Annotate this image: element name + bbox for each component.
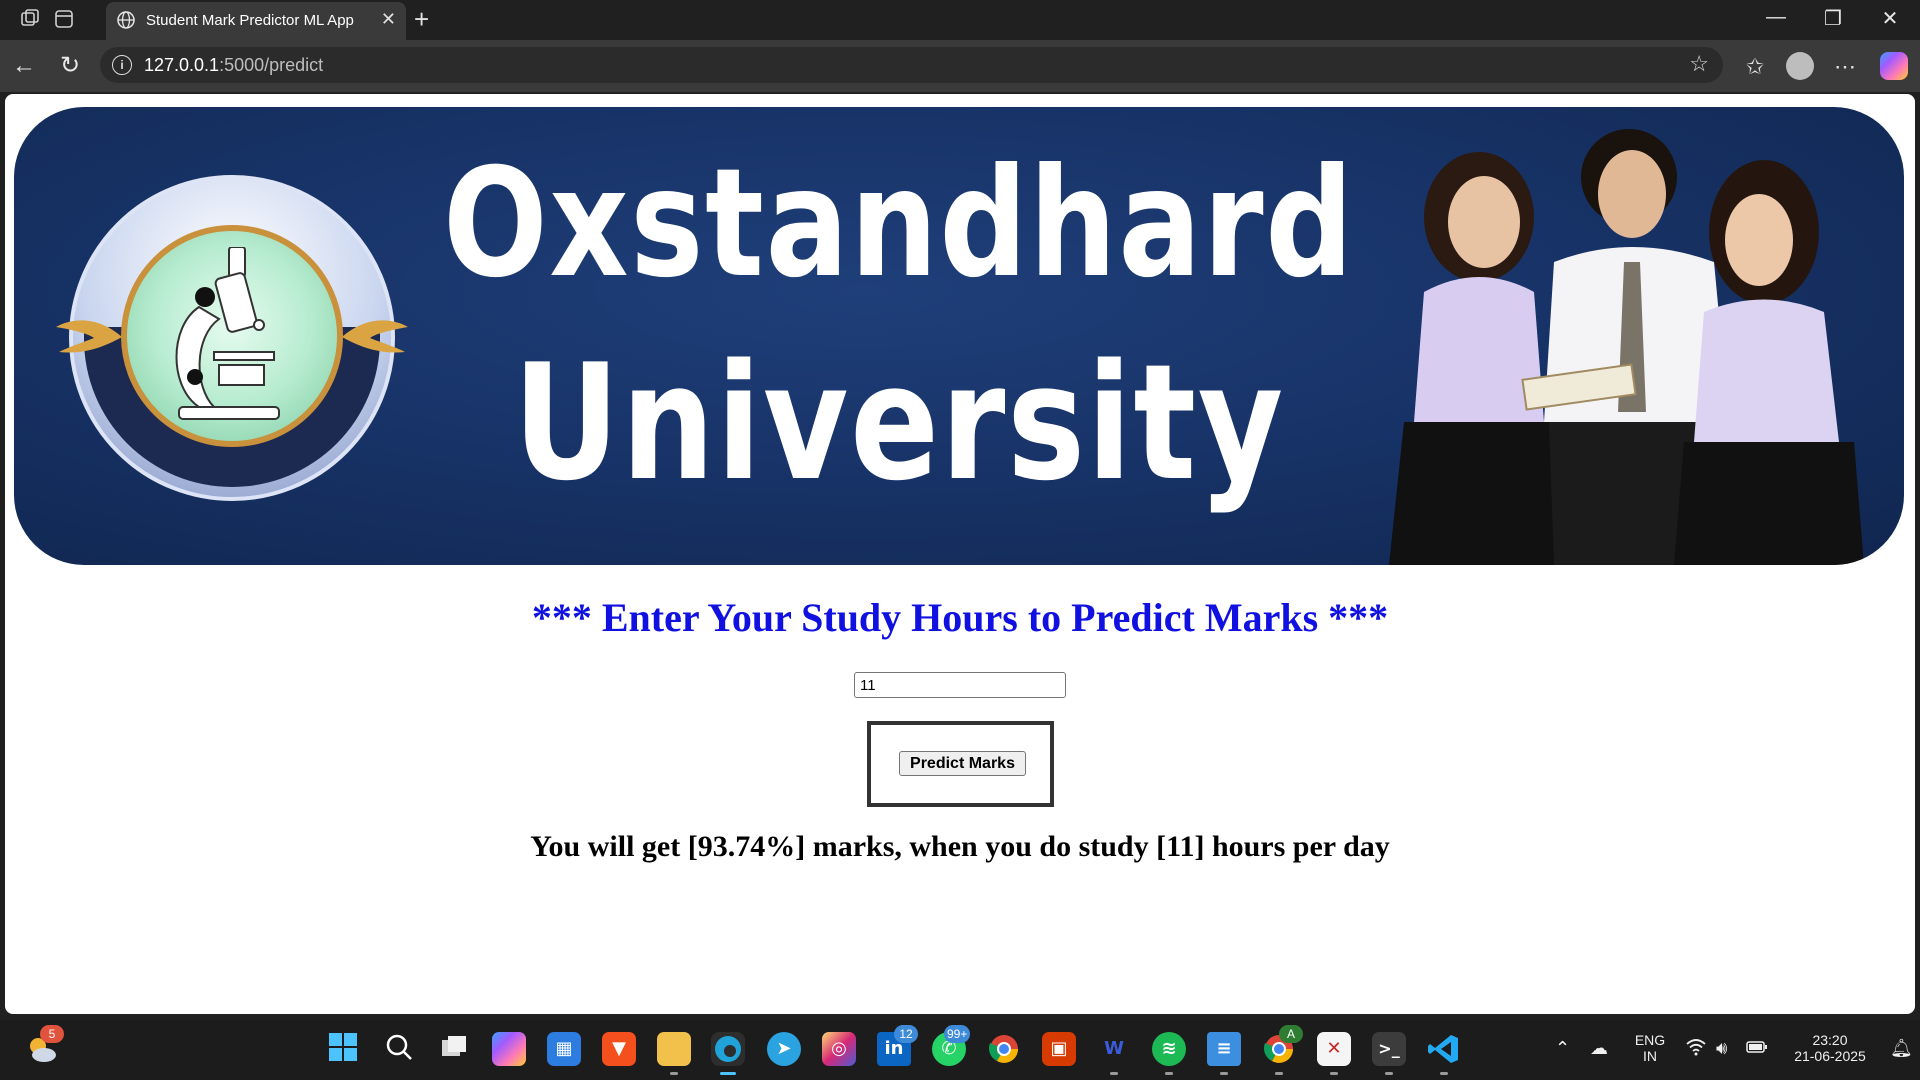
notepad-icon[interactable]: ≡	[1207, 1032, 1241, 1066]
brave-browser-icon[interactable]: ▼	[602, 1032, 636, 1066]
tab-student-mark-predictor[interactable]: Student Mark Predictor ML App ✕	[106, 2, 406, 40]
workspaces-icon[interactable]	[18, 8, 42, 32]
university-banner: Oxstandhard University	[14, 107, 1904, 565]
battery-icon[interactable]	[1746, 1038, 1768, 1059]
notification-bell-icon[interactable]: 🔔︎	[1890, 1038, 1913, 1059]
onedrive-cloud-icon[interactable]: ☁	[1590, 1038, 1608, 1059]
terminal-icon[interactable]: >_	[1372, 1032, 1406, 1066]
explorer-running-indicator	[670, 1072, 678, 1075]
webex-icon[interactable]: W	[1097, 1032, 1131, 1066]
students-photo	[1389, 129, 1864, 565]
microsoft-store-icon[interactable]: ▦	[547, 1032, 581, 1066]
favorite-star-icon[interactable]: ☆	[1689, 51, 1709, 77]
chrome-running-indicator	[1275, 1072, 1283, 1075]
site-info-icon[interactable]: i	[112, 55, 132, 75]
edge-browser-icon[interactable]	[711, 1032, 745, 1066]
clock-time: 23:20	[1812, 1032, 1848, 1048]
refresh-icon[interactable]: ↻	[56, 52, 84, 80]
back-arrow-icon[interactable]: ←	[10, 52, 38, 80]
more-options-icon[interactable]: ⋯	[1830, 52, 1860, 82]
tab-title: Student Mark Predictor ML App	[146, 12, 354, 29]
globe-icon	[116, 10, 136, 30]
copilot-taskbar-icon[interactable]	[492, 1032, 526, 1066]
instagram-icon[interactable]: ◎	[822, 1032, 856, 1066]
favorites-icon[interactable]: ✩	[1740, 52, 1770, 82]
spotify-icon[interactable]: ≋	[1152, 1032, 1186, 1066]
task-view-icon[interactable]	[437, 1032, 471, 1066]
prediction-result: You will get [93.74%] marks, when you do…	[530, 830, 1390, 863]
left-wing-emblem-icon	[56, 320, 122, 353]
office-app-icon[interactable]: ▣	[1042, 1032, 1076, 1066]
url-host: 127.0.0.1	[144, 55, 220, 75]
terminal-running-indicator	[1385, 1072, 1393, 1075]
predict-marks-button[interactable]: Predict Marks	[899, 751, 1026, 776]
xampp-icon[interactable]: ✕	[1317, 1032, 1351, 1066]
notepad-running-indicator	[1220, 1072, 1228, 1075]
predict-button-frame: Predict Marks	[867, 721, 1054, 807]
close-tab-icon[interactable]: ✕	[381, 9, 396, 30]
clock-date: 21-06-2025	[1794, 1048, 1866, 1064]
close-window-button[interactable]: ✕	[1870, 6, 1910, 31]
volume-icon[interactable]: 🔊︎	[1716, 1038, 1727, 1059]
windows-start-icon[interactable]	[326, 1032, 360, 1066]
url-text: 127.0.0.1:5000/predict	[144, 55, 323, 76]
vscode-icon[interactable]	[1427, 1032, 1461, 1066]
new-tab-button[interactable]: +	[414, 4, 429, 35]
chrome-profile-badge: A	[1279, 1025, 1303, 1043]
language-indicator[interactable]: ENG IN	[1630, 1032, 1670, 1064]
address-bar[interactable]: i 127.0.0.1:5000/predict ☆	[100, 47, 1723, 83]
page-viewport: Oxstandhard University *** Enter Your St…	[5, 94, 1915, 1014]
spotify-running-indicator	[1165, 1072, 1173, 1075]
webex-running-indicator	[1110, 1072, 1118, 1075]
windows-taskbar: 5 ▦ ▼ ➤ ◎ in 12 ✆ 99+ ▣ W ≋ ≡ A ✕ >_ ⌃ ☁…	[0, 1020, 1920, 1080]
file-explorer-icon[interactable]	[657, 1032, 691, 1066]
browser-tab-bar: Student Mark Predictor ML App ✕ + — ❐ ✕	[0, 0, 1920, 40]
language-line2: IN	[1643, 1048, 1657, 1064]
page-heading: *** Enter Your Study Hours to Predict Ma…	[531, 595, 1389, 640]
copilot-icon[interactable]	[1880, 52, 1908, 80]
linkedin-badge: 12	[894, 1025, 918, 1043]
search-icon[interactable]	[382, 1032, 416, 1066]
language-line1: ENG	[1634, 1032, 1666, 1048]
show-hidden-icons-chevron-icon[interactable]: ⌃	[1555, 1038, 1570, 1059]
minimize-button[interactable]: —	[1756, 6, 1796, 29]
telegram-icon[interactable]: ➤	[767, 1032, 801, 1066]
clock[interactable]: 23:20 21-06-2025	[1785, 1032, 1875, 1064]
vertical-tabs-icon[interactable]	[52, 8, 76, 32]
wifi-icon[interactable]	[1686, 1038, 1706, 1061]
vscode-running-indicator	[1440, 1072, 1448, 1075]
whatsapp-badge: 99+	[944, 1025, 971, 1043]
browser-toolbar: ← ↻ i 127.0.0.1:5000/predict ☆ ✩ ⋯	[0, 40, 1920, 92]
edge-active-indicator	[720, 1072, 736, 1075]
weather-badge: 5	[40, 1025, 64, 1043]
url-path: :5000/predict	[219, 55, 324, 75]
profile-avatar[interactable]	[1786, 52, 1814, 80]
xampp-running-indicator	[1330, 1072, 1338, 1075]
chrome-icon[interactable]	[987, 1032, 1021, 1066]
restore-button[interactable]: ❐	[1813, 6, 1853, 31]
study-hours-input[interactable]	[854, 672, 1066, 698]
